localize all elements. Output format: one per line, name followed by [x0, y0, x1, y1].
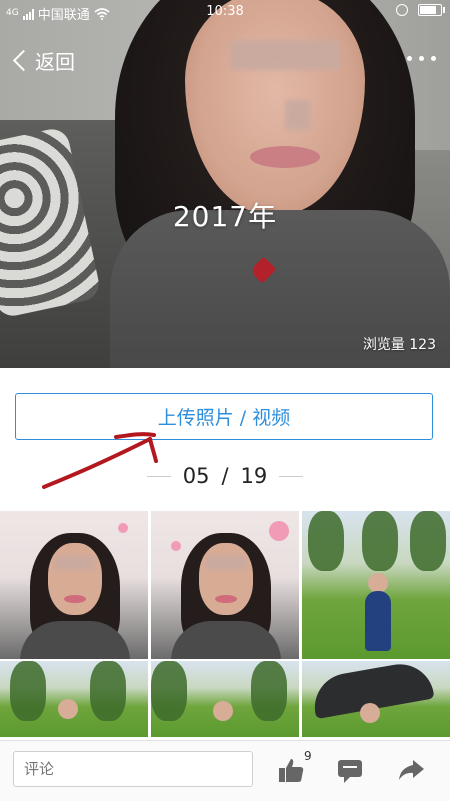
chevron-left-icon [12, 49, 35, 72]
view-count: 浏览量 123 [362, 337, 436, 353]
pager-separator: / [221, 464, 229, 488]
share-icon[interactable] [396, 755, 426, 785]
album-title: 2017年 [172, 200, 278, 233]
more-options-icon[interactable] [407, 56, 436, 61]
cover-lips [250, 146, 320, 168]
pager-current: 05 [182, 464, 210, 488]
back-button[interactable]: 返回 [10, 46, 75, 75]
battery-icon [418, 4, 445, 16]
photo-thumbnail[interactable] [302, 661, 450, 737]
cover-nose-mosaic [285, 100, 310, 130]
pager-divider-right [279, 475, 304, 477]
alarm-icon [396, 4, 408, 16]
photo-thumbnail[interactable] [0, 511, 148, 659]
photo-thumbnail[interactable] [0, 661, 148, 737]
back-label: 返回 [35, 50, 75, 74]
photo-grid [0, 511, 450, 737]
like-count: 9 [304, 749, 312, 763]
pager-total: 19 [240, 464, 268, 488]
comment-icon[interactable] [336, 755, 366, 785]
thumbs-up-icon[interactable] [276, 755, 306, 785]
upload-button-label: 上传照片 / 视频 [157, 407, 291, 429]
comment-input[interactable] [13, 751, 253, 787]
photo-thumbnail[interactable] [151, 661, 299, 737]
photo-thumbnail[interactable] [151, 511, 299, 659]
album-cover: 4G 中国联通 10:38 返回 2017年 浏览量 123 [0, 0, 450, 368]
pager-divider-left [146, 475, 171, 477]
status-time: 10:38 [206, 4, 244, 19]
photo-pager: 05 / 19 [0, 464, 450, 488]
cover-eye-mosaic [230, 40, 340, 70]
photo-thumbnail[interactable] [302, 511, 450, 659]
status-bar: 4G 中国联通 10:38 [0, 0, 450, 24]
status-right [396, 4, 445, 16]
bottom-action-bar: 9 [0, 740, 450, 801]
